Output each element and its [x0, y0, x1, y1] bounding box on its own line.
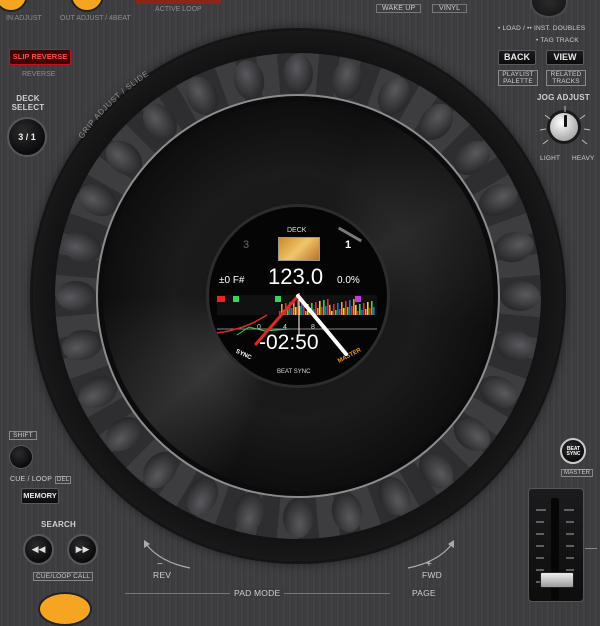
jog-position-needles: [254, 294, 348, 356]
page-label: PAGE: [408, 588, 440, 598]
fwd-label: FWD: [422, 570, 442, 580]
pad-mode-label: PAD MODE: [230, 588, 285, 598]
rev-arrow: [144, 540, 191, 569]
minus-label: −: [157, 559, 164, 570]
plus-label: +: [426, 559, 433, 570]
svg-text:GRIP ADJUST / SLIDE: GRIP ADJUST / SLIDE: [77, 69, 151, 140]
rev-label: REV: [153, 570, 172, 580]
